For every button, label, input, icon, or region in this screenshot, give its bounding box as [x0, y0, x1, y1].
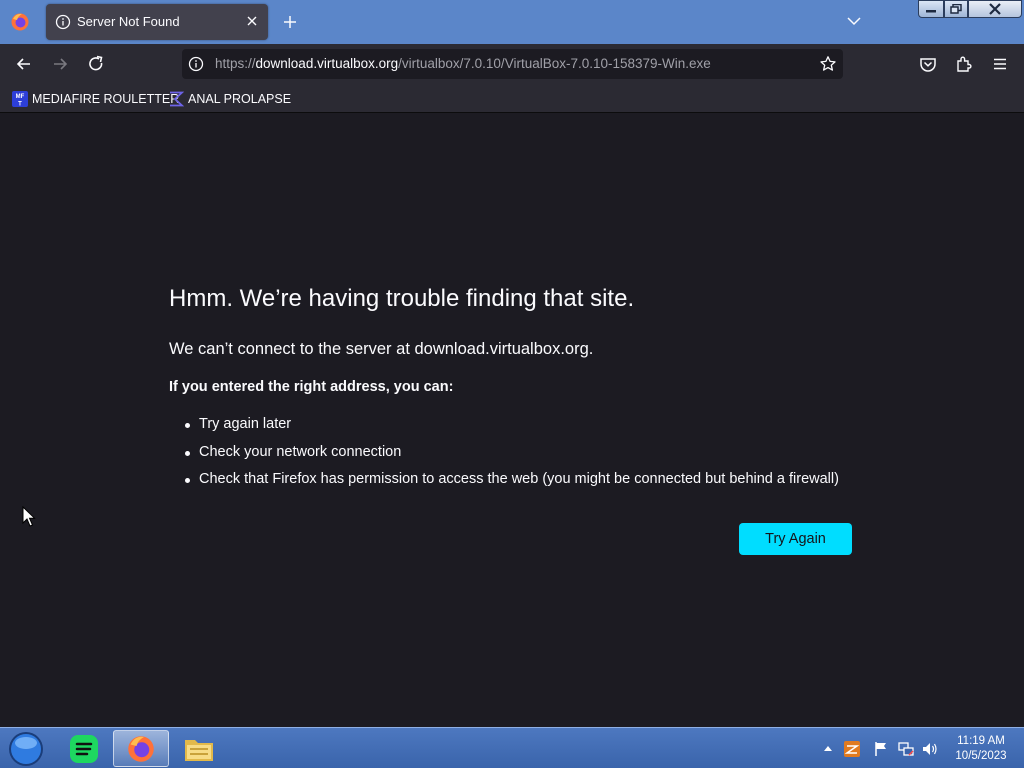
- spotify-taskbar-button[interactable]: [56, 730, 112, 767]
- firefox-icon: [128, 735, 154, 762]
- bookmark-star-icon[interactable]: [819, 55, 837, 73]
- nav-bar: https://download.virtualbox.org/virtualb…: [0, 44, 1024, 84]
- error-subheading: If you entered the right address, you ca…: [169, 379, 454, 395]
- new-tab-icon[interactable]: [280, 12, 300, 32]
- mediafire-icon: MF T: [12, 91, 28, 107]
- tab-title: Server Not Found: [77, 14, 180, 29]
- url-path: /virtualbox/7.0.10/VirtualBox-7.0.10-158…: [398, 56, 711, 71]
- firefox-taskbar-button[interactable]: [113, 730, 169, 767]
- close-tab-icon[interactable]: [244, 13, 260, 29]
- url-prefix: https://: [215, 56, 256, 71]
- try-again-button[interactable]: Try Again: [739, 523, 852, 555]
- network-icon[interactable]: [897, 740, 915, 758]
- forward-arrow-icon[interactable]: [50, 54, 70, 74]
- suggestions-list: Try again later Check your network conne…: [185, 411, 839, 494]
- bookmark-anal-prolapse[interactable]: ANAL PROLAPSE: [168, 89, 291, 109]
- bookmark-mediafire-rouletter[interactable]: MF T MEDIAFIRE ROULETTER: [12, 89, 179, 109]
- url-domain: download.virtualbox.org: [255, 56, 399, 71]
- volume-icon[interactable]: [921, 740, 939, 758]
- minimize-button[interactable]: [918, 0, 944, 18]
- close-window-button[interactable]: [968, 0, 1022, 18]
- mouse-cursor-icon: [22, 506, 36, 527]
- start-orb-icon[interactable]: [6, 730, 46, 768]
- sigma-icon: [170, 91, 184, 107]
- tray-app-icon[interactable]: [843, 740, 861, 758]
- taskbar: 11:19 AM 10/5/2023: [0, 727, 1024, 768]
- svg-text:T: T: [18, 102, 22, 108]
- spotify-icon: [70, 734, 98, 763]
- list-item: Check that Firefox has permission to acc…: [185, 466, 839, 494]
- show-hidden-icons-chevron-icon[interactable]: [819, 740, 837, 758]
- file-explorer-taskbar-button[interactable]: [171, 730, 227, 767]
- svg-text:MF: MF: [16, 94, 25, 100]
- reload-icon[interactable]: [86, 54, 106, 74]
- url-text[interactable]: https://download.virtualbox.org/virtualb…: [215, 56, 711, 71]
- clock[interactable]: 11:19 AM 10/5/2023: [948, 734, 1014, 764]
- clock-date: 10/5/2023: [955, 750, 1007, 762]
- info-icon: [55, 14, 71, 30]
- extensions-puzzle-icon[interactable]: [954, 54, 974, 74]
- pocket-icon[interactable]: [918, 54, 938, 74]
- url-bar[interactable]: https://download.virtualbox.org/virtualb…: [182, 49, 843, 79]
- site-info-icon[interactable]: [188, 56, 204, 72]
- clock-time: 11:19 AM: [957, 735, 1005, 747]
- error-page: Hmm. We’re having trouble finding that s…: [0, 113, 1024, 727]
- bookmark-label: MEDIAFIRE ROULETTER: [32, 92, 180, 106]
- bookmark-label: ANAL PROLAPSE: [188, 92, 292, 106]
- tab-server-not-found[interactable]: Server Not Found: [46, 4, 268, 40]
- list-item: Try again later: [185, 411, 839, 439]
- firefox-icon[interactable]: [10, 12, 30, 32]
- chevron-down-icon[interactable]: [845, 12, 863, 30]
- back-arrow-icon[interactable]: [14, 54, 34, 74]
- folder-icon: [185, 739, 213, 761]
- bookmarks-bar: MF T MEDIAFIRE ROULETTER ANAL PROLAPSE: [0, 84, 1024, 113]
- error-short-description: We can’t connect to the server at downlo…: [169, 340, 594, 358]
- error-title: Hmm. We’re having trouble finding that s…: [169, 285, 635, 312]
- window-controls: [918, 0, 1022, 18]
- hamburger-menu-icon[interactable]: [990, 54, 1010, 74]
- action-center-flag-icon[interactable]: [872, 740, 890, 758]
- list-item: Check your network connection: [185, 439, 839, 467]
- maximize-button[interactable]: [944, 0, 968, 18]
- title-bar: Server Not Found: [0, 0, 1024, 44]
